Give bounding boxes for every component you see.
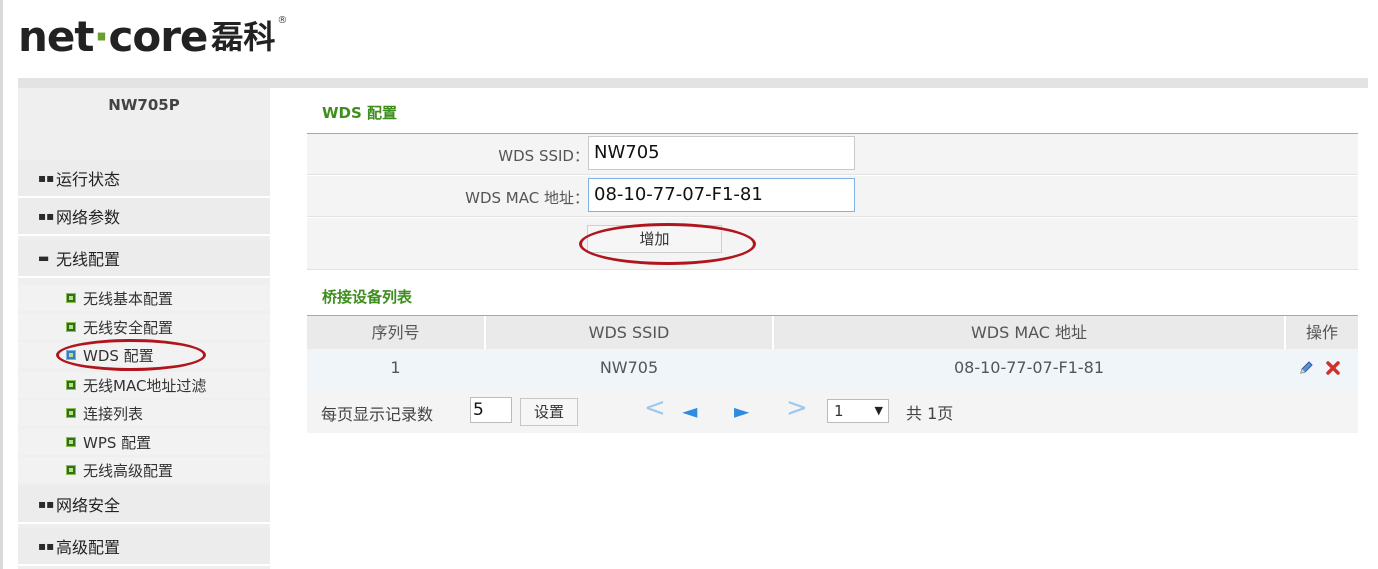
mac-row: WDS MAC 地址： 08-10-77-07-F1-81 [307,176,1358,217]
bridge-list-title: 桥接设备列表 [322,288,413,306]
page-select-value: 1 [834,402,844,420]
menu-item-label: 网络安全 [56,496,121,515]
ssid-input[interactable]: NW705 [588,136,855,170]
menu-item-status[interactable]: ▪▪ 运行状态 [18,160,270,198]
submenu-item-wps[interactable]: WPS 配置 [18,429,270,455]
submenu-label: 无线安全配置 [83,318,174,337]
col-header-action: 操作 [1305,323,1338,342]
annotation-ellipse-wds-menu [56,339,206,371]
device-model: NW705P [108,96,180,114]
col-header-ssid: WDS SSID [588,323,670,342]
menu-item-wireless[interactable]: ▬ 无线配置 [18,240,270,278]
left-border [0,0,3,569]
first-page-icon[interactable]: < [644,393,666,423]
logo-text-net: net [18,12,94,61]
table-header: 序列号 WDS SSID WDS MAC 地址 操作 [307,316,1358,349]
col-header-mac: WDS MAC 地址 [970,323,1088,342]
next-page-icon[interactable]: ► [734,396,749,426]
table-row: 1 NW705 08-10-77-07-F1-81 [307,349,1358,387]
menu-item-network-security[interactable]: ▪▪ 网络安全 [18,486,270,524]
prev-page-icon[interactable]: ◄ [682,396,697,426]
mac-label: WDS MAC 地址： [465,189,589,207]
menu-item-label: 网络参数 [56,208,121,227]
logo-registered-mark: ® [277,15,288,26]
menu-item-label: 高级配置 [56,538,121,557]
menu-item-label: 运行状态 [56,170,121,189]
per-page-input[interactable]: 5 [470,397,512,423]
col-header-index: 序列号 [371,323,420,342]
total-pages: 共 1页 [906,404,954,423]
edit-pencil-icon[interactable] [1298,360,1314,376]
submenu-item-connection-list[interactable]: 连接列表 [18,400,270,426]
sidebar: NW705P ▪▪ 运行状态 ▪▪ 网络参数 ▬ 无线配置 无线基本配置 无线安… [18,88,270,569]
submenu-label: 无线基本配置 [83,289,174,308]
cell-ssid: NW705 [599,358,659,377]
grid-icon: ▪▪ [38,171,55,185]
add-row: 增加 [307,218,1358,270]
last-page-icon[interactable]: > [786,393,808,423]
pagination-bar: 每页显示记录数 5 设置 < ◄ ► > 1 ▼ 共 1页 [307,387,1358,433]
bullet-icon [66,465,76,475]
grid-icon: ▪▪ [38,497,55,511]
delete-icon[interactable] [1325,360,1341,376]
logo-text-cn: 磊科 [211,18,276,56]
bullet-icon [66,437,76,447]
menu-item-network[interactable]: ▪▪ 网络参数 [18,198,270,236]
mac-input[interactable]: 08-10-77-07-F1-81 [588,178,855,212]
grid-icon: ▪▪ [38,209,55,223]
ssid-row: WDS SSID： NW705 [307,134,1358,175]
bullet-icon [66,322,76,332]
logo-dot: · [93,12,109,61]
bullet-icon [66,380,76,390]
bullet-icon [66,293,76,303]
per-page-label: 每页显示记录数 [321,405,434,424]
bullet-icon [66,408,76,418]
cell-index: 1 [390,358,401,377]
submenu-item-mac-filter[interactable]: 无线MAC地址过滤 [18,372,270,398]
header-band [18,78,1368,88]
minus-icon: ▬ [38,251,50,265]
submenu-item-wireless-security[interactable]: 无线安全配置 [18,314,270,340]
submenu-label: 无线MAC地址过滤 [83,376,207,395]
cell-mac: 08-10-77-07-F1-81 [953,358,1105,377]
submenu-label: WPS 配置 [83,433,152,452]
menu-item-advanced[interactable]: ▪▪ 高级配置 [18,528,270,566]
wds-config-title: WDS 配置 [322,104,398,122]
submenu-label: 连接列表 [83,404,144,423]
logo-text-core: core [108,12,208,61]
chevron-down-icon: ▼ [874,404,883,417]
submenu-label: 无线高级配置 [83,461,174,480]
main-content: WDS 配置 WDS SSID： NW705 WDS MAC 地址： 08-10… [270,88,1368,569]
grid-icon: ▪▪ [38,539,55,553]
page-select[interactable]: 1 ▼ [827,399,889,423]
netcore-logo: net · core 磊科 ® [18,12,287,72]
submenu-item-wireless-basic[interactable]: 无线基本配置 [18,285,270,311]
submenu-item-wireless-advanced[interactable]: 无线高级配置 [18,457,270,483]
set-button[interactable]: 设置 [520,398,578,426]
menu-item-label: 无线配置 [56,250,121,269]
ssid-label: WDS SSID： [498,147,589,165]
annotation-ellipse-add [579,223,756,265]
